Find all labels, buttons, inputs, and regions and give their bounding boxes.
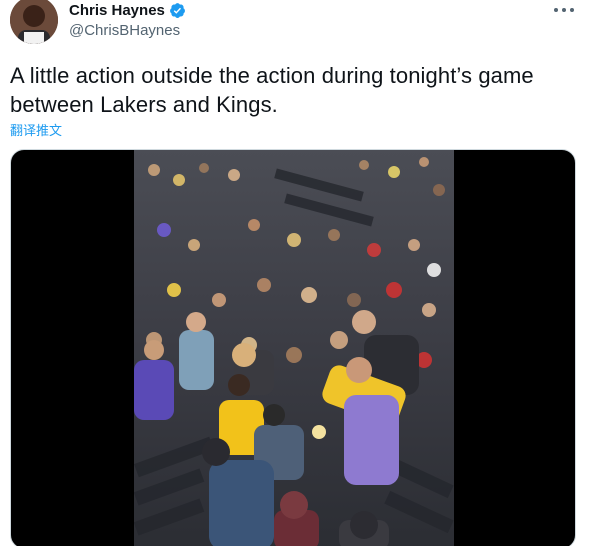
author-avatar[interactable] <box>10 0 58 44</box>
author-display-name[interactable]: Chris Haynes <box>69 2 165 19</box>
translate-tweet-link[interactable]: 翻译推文 <box>10 120 62 139</box>
video-frame <box>134 150 454 546</box>
tweet-video[interactable] <box>10 149 576 546</box>
author-handle[interactable]: @ChrisBHaynes <box>69 22 180 39</box>
verified-badge-icon <box>169 2 186 19</box>
tweet-text: A little action outside the action durin… <box>10 63 534 117</box>
tweet-header: Chris Haynes @ChrisBHaynes <box>10 0 582 48</box>
more-options-icon[interactable] <box>554 3 574 17</box>
